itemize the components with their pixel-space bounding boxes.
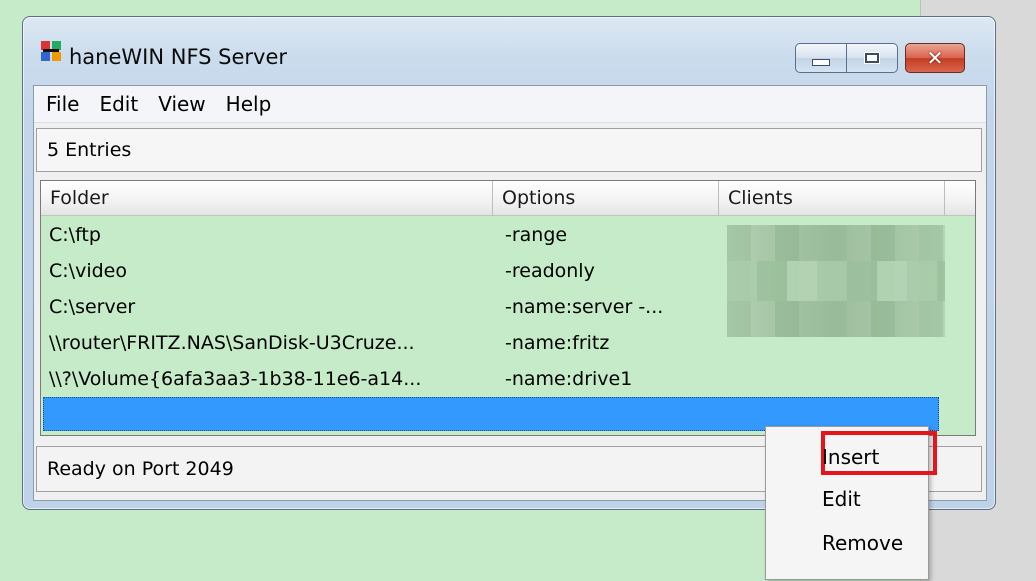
maximize-icon [864, 52, 880, 64]
title-bar[interactable]: haneWIN NFS Server ✕ [23, 17, 995, 83]
context-menu: Insert Edit Remove [765, 426, 937, 580]
list-item[interactable]: \\?\Volume{6afa3aa3-1b38-11e6-a14... -na… [41, 361, 975, 397]
options-cell: -name:server -... [505, 296, 664, 318]
minimize-button[interactable] [795, 43, 847, 73]
menu-edit[interactable]: Edit [89, 86, 148, 122]
menu-file[interactable]: File [34, 86, 89, 122]
folder-cell: C:\ftp [49, 224, 101, 246]
context-menu-edit[interactable]: Edit [822, 479, 861, 519]
close-button[interactable]: ✕ [905, 43, 965, 73]
list-item[interactable]: \\router\FRITZ.NAS\SanDisk-U3Cruze... -n… [41, 325, 975, 361]
exports-list[interactable]: Folder Options Clients C:\ftp -range C:\… [40, 180, 976, 436]
column-header-clients[interactable]: Clients [719, 181, 945, 215]
options-cell: -readonly [505, 260, 595, 282]
folder-cell: C:\video [49, 260, 127, 282]
minimize-icon [812, 58, 830, 66]
entries-count: 5 Entries [36, 128, 982, 172]
menu-bar: File Edit View Help [34, 86, 986, 123]
options-cell: -range [505, 224, 568, 246]
column-header-folder[interactable]: Folder [41, 181, 493, 215]
app-icon [41, 41, 61, 61]
maximize-button[interactable] [846, 43, 898, 73]
folder-cell: C:\server [49, 296, 136, 318]
menu-view[interactable]: View [148, 86, 215, 122]
options-cell: -name:fritz [505, 332, 610, 354]
list-item[interactable]: C:\video -readonly [41, 253, 975, 289]
folder-cell: \\?\Volume{6afa3aa3-1b38-11e6-a14... [49, 368, 422, 390]
folder-cell: \\router\FRITZ.NAS\SanDisk-U3Cruze... [49, 332, 415, 354]
column-header-options[interactable]: Options [493, 181, 719, 215]
close-icon: ✕ [926, 46, 944, 70]
options-cell: -name:drive1 [505, 368, 633, 390]
context-menu-insert[interactable]: Insert [822, 437, 879, 477]
window-title: haneWIN NFS Server [69, 45, 288, 69]
list-header: Folder Options Clients [41, 181, 975, 216]
list-item[interactable]: C:\server -name:server -... [41, 289, 975, 325]
context-menu-remove[interactable]: Remove [822, 523, 903, 563]
list-item[interactable]: C:\ftp -range [41, 217, 975, 253]
menu-help[interactable]: Help [216, 86, 282, 122]
column-header-filler [945, 181, 975, 215]
